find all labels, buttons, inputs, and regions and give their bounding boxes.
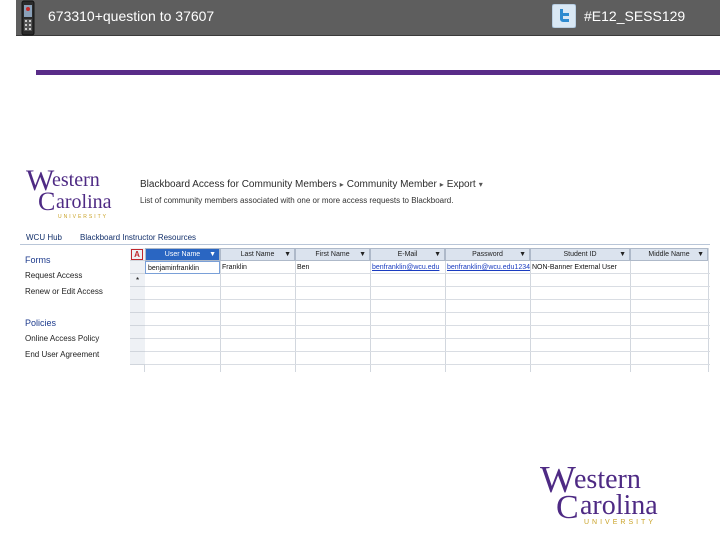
svg-text:C: C (38, 187, 55, 216)
session-hashtag: #E12_SESS129 (584, 8, 686, 24)
sms-instruction: 673310+question to 37607 (48, 8, 215, 24)
cell-user-name[interactable]: benjaminfranklin (145, 261, 220, 274)
breadcrumb-item[interactable]: Community Member (347, 179, 437, 190)
table-row-empty (145, 339, 710, 352)
tab-wcu-hub[interactable]: WCU Hub (26, 233, 62, 242)
breadcrumb-item[interactable]: Blackboard Access for Community Members (140, 179, 337, 190)
top-bar: 673310+question to 37607 #E12_SESS129 (0, 0, 720, 36)
column-header-label: Middle Name (648, 251, 690, 258)
svg-text:arolina: arolina (580, 490, 658, 521)
svg-text:UNIVERSITY: UNIVERSITY (58, 214, 108, 220)
row-selector (130, 352, 145, 365)
top-bar-edge (0, 0, 16, 36)
column-header-label: First Name (315, 251, 350, 258)
page-description: List of community members associated wit… (140, 196, 454, 205)
dropdown-icon[interactable]: ▾ (479, 180, 483, 189)
table-row-empty (145, 352, 710, 365)
cell-student-id[interactable]: NON-Banner External User (530, 261, 630, 274)
table-row-empty (145, 287, 710, 300)
row-selector (130, 300, 145, 313)
sidebar-heading-forms: Forms (25, 255, 51, 265)
row-selector (130, 326, 145, 339)
sort-arrow-icon[interactable]: ▼ (284, 249, 291, 261)
breadcrumb-item[interactable]: Export (447, 179, 476, 190)
sidebar-link-user-agreement[interactable]: End User Agreement (25, 350, 99, 359)
table-row-new[interactable] (145, 274, 710, 287)
row-selector (130, 287, 145, 300)
accent-divider (36, 70, 720, 75)
nav-tabs: WCU Hub Blackboard Instructor Resources (20, 231, 710, 245)
column-header-email[interactable]: E-Mail ▼ (370, 248, 445, 261)
column-header-first-name[interactable]: First Name ▼ (295, 248, 370, 261)
column-header-user-name[interactable]: User Name ▼ (145, 248, 220, 261)
column-header-label: Last Name (240, 251, 275, 258)
sort-arrow-icon[interactable]: ▼ (359, 249, 366, 261)
new-row-marker[interactable]: * (130, 274, 145, 287)
svg-text:arolina: arolina (56, 191, 112, 213)
column-header-student-id[interactable]: Student ID ▼ (530, 248, 630, 261)
sort-arrow-icon[interactable]: ▼ (434, 249, 441, 261)
column-header-middle-name[interactable]: Middle Name ▼ (630, 248, 708, 261)
sort-arrow-icon[interactable]: ▼ (697, 249, 704, 261)
cell-middle-name[interactable] (630, 261, 708, 274)
slide: 673310+question to 37607 #E12_SESS129 W … (0, 0, 720, 540)
row-selector (130, 313, 145, 326)
cell-password[interactable]: benfranklin@wcu.edu1234 (445, 261, 530, 274)
row-selector[interactable] (130, 261, 145, 274)
cell-email[interactable]: benfranklin@wcu.edu (370, 261, 445, 274)
page-breadcrumb: Blackboard Access for Community Members ▸… (140, 179, 486, 190)
mobile-phone-icon (21, 0, 35, 36)
column-header-last-name[interactable]: Last Name ▼ (220, 248, 295, 261)
table-row-empty (145, 300, 710, 313)
cell-last-name[interactable]: Franklin (220, 261, 295, 274)
grid-corner[interactable]: A (130, 248, 145, 261)
embedded-screenshot: W estern C arolina UNIVERSITY Blackboard… (20, 160, 710, 372)
table-row-empty (145, 326, 710, 339)
cell-first-name[interactable]: Ben (295, 261, 370, 274)
column-header-label: E-Mail (397, 251, 418, 258)
svg-text:C: C (556, 489, 579, 526)
sidebar-link-renew-edit[interactable]: Renew or Edit Access (25, 287, 103, 296)
sort-arrow-icon[interactable]: ▼ (519, 249, 526, 261)
data-grid: A User Name ▼ Last Name ▼ First Name ▼ E-Ma… (130, 248, 710, 372)
column-header-label: Student ID (563, 251, 597, 258)
column-header-label: User Name (164, 251, 201, 258)
wcu-logo-small: W estern C arolina UNIVERSITY (26, 164, 112, 220)
sort-arrow-icon[interactable]: ▼ (209, 249, 216, 261)
select-all-icon[interactable]: A (131, 249, 143, 260)
twitter-icon (552, 4, 576, 28)
tab-blackboard-resources[interactable]: Blackboard Instructor Resources (80, 233, 196, 242)
column-header-label: Password (472, 251, 503, 258)
breadcrumb-separator-icon: ▸ (339, 180, 344, 189)
sidebar-link-request-access[interactable]: Request Access (25, 271, 82, 280)
sidebar-heading-policies: Policies (25, 318, 57, 328)
sidebar-link-access-policy[interactable]: Online Access Policy (25, 334, 99, 343)
row-selector (130, 339, 145, 352)
wcu-logo-large: W estern C arolina UNIVERSITY (540, 462, 658, 526)
svg-text:estern: estern (52, 169, 100, 191)
column-header-password[interactable]: Password ▼ (445, 248, 530, 261)
svg-text:UNIVERSITY: UNIVERSITY (584, 519, 656, 526)
sort-arrow-icon[interactable]: ▼ (619, 249, 626, 261)
table-row[interactable]: benjaminfranklin Franklin Ben benfrankli… (145, 261, 710, 274)
breadcrumb-separator-icon: ▸ (439, 180, 444, 189)
table-row-empty (145, 313, 710, 326)
